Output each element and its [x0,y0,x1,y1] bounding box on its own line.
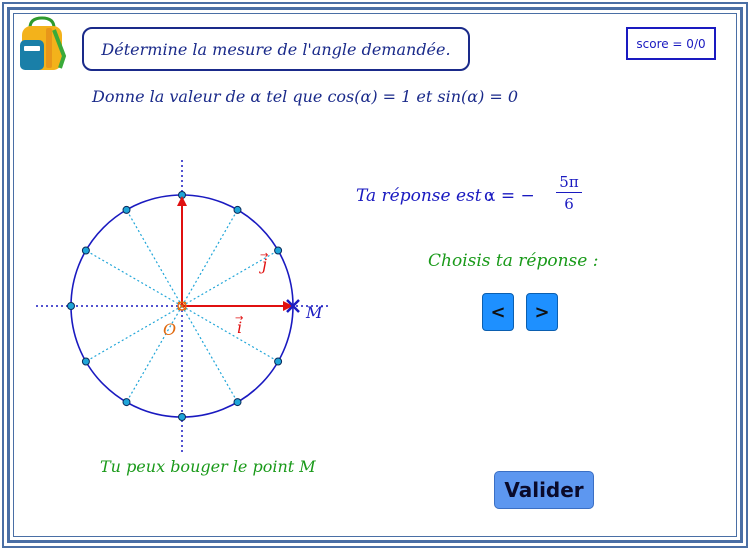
radius-line [181,209,239,307]
angle-point [178,413,186,421]
next-answer-button[interactable]: > [526,293,558,331]
angle-point [122,398,131,407]
angle-point [67,302,75,310]
angle-point [81,246,90,255]
radius-line [181,305,239,403]
submit-button[interactable]: Valider [494,471,594,509]
hint-text: Tu peux bouger le point M [100,457,316,476]
radius-line [181,305,279,363]
choose-label: Choisis ta réponse : [428,251,599,271]
answer-fraction: 5π 6 [556,172,582,215]
angle-point [122,205,131,214]
answer-label: Ta réponse est : [356,186,493,206]
previous-answer-button[interactable]: < [482,293,514,331]
radius-line [85,249,183,307]
angle-point [81,357,90,366]
vector-i-arrow-mark: → [235,313,243,324]
vector-j-arrowhead [177,196,187,206]
radius-line [125,209,183,307]
vector-j-arrow-mark: → [260,250,268,261]
angle-point [274,246,283,255]
answer-denominator: 6 [564,195,574,213]
answer-prefix: α = − [484,186,535,206]
angle-point [274,357,283,366]
angle-point [233,205,242,214]
answer-numerator: 5π [556,172,582,193]
origin-label: O [163,320,176,339]
point-m-label: M [305,303,323,322]
angle-point [233,398,242,407]
